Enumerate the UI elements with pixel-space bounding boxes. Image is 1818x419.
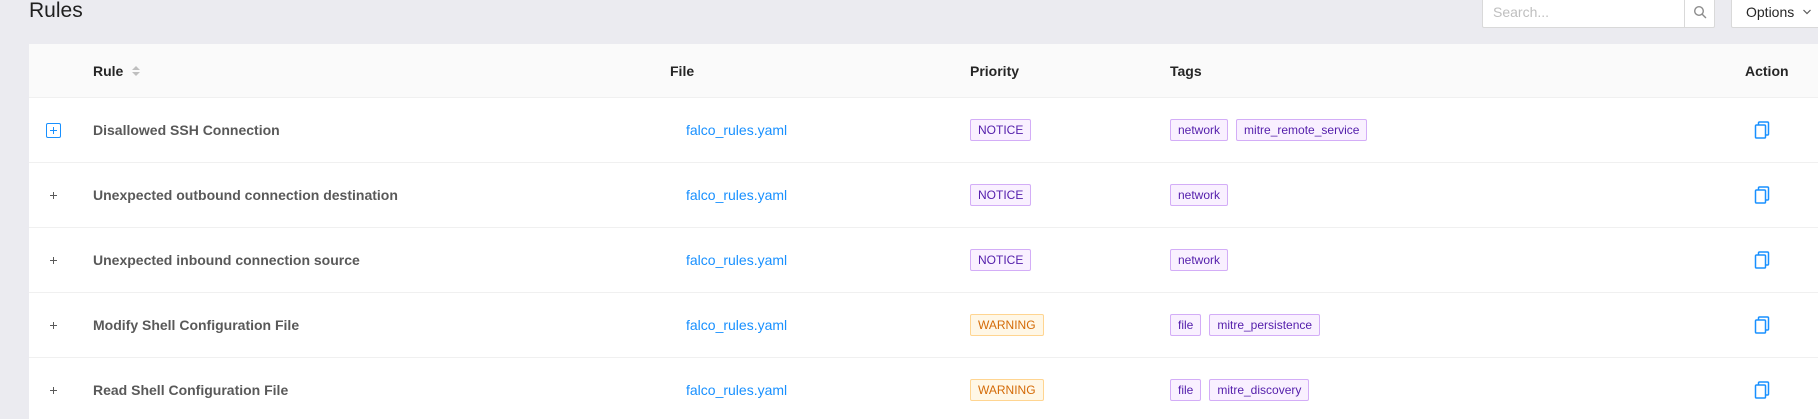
copy-icon[interactable] bbox=[1754, 186, 1770, 204]
file-link[interactable]: falco_rules.yaml bbox=[686, 252, 787, 268]
tag: mitre_discovery bbox=[1209, 379, 1310, 401]
tag: mitre_persistence bbox=[1209, 314, 1321, 336]
table-header: Rule File Priority Tags Action bbox=[29, 44, 1818, 98]
search-button[interactable] bbox=[1684, 0, 1714, 27]
rules-table: Rule File Priority Tags Action Disallowe… bbox=[29, 44, 1818, 419]
column-header-action-label: Action bbox=[1745, 63, 1789, 79]
expand-row-button[interactable] bbox=[46, 317, 61, 333]
tag: file bbox=[1170, 379, 1202, 401]
priority-badge: WARNING bbox=[970, 314, 1044, 336]
rule-name: Unexpected inbound connection source bbox=[93, 252, 360, 268]
rule-name: Read Shell Configuration File bbox=[93, 382, 289, 398]
rule-name: Unexpected outbound connection destinati… bbox=[93, 187, 398, 203]
rule-name: Disallowed SSH Connection bbox=[93, 122, 280, 138]
expand-row-button[interactable] bbox=[46, 252, 61, 268]
copy-icon[interactable] bbox=[1754, 121, 1770, 139]
column-header-action: Action bbox=[1745, 44, 1789, 98]
file-link[interactable]: falco_rules.yaml bbox=[686, 122, 787, 138]
column-header-tags: Tags bbox=[1170, 44, 1202, 98]
file-link[interactable]: falco_rules.yaml bbox=[686, 317, 787, 333]
file-link[interactable]: falco_rules.yaml bbox=[686, 187, 787, 203]
copy-icon[interactable] bbox=[1754, 316, 1770, 334]
expand-row-button[interactable] bbox=[46, 382, 61, 398]
search-icon bbox=[1693, 5, 1706, 19]
copy-icon[interactable] bbox=[1754, 251, 1770, 269]
column-header-tags-label: Tags bbox=[1170, 63, 1202, 79]
priority-badge: WARNING bbox=[970, 379, 1044, 401]
file-link[interactable]: falco_rules.yaml bbox=[686, 382, 787, 398]
column-header-rule-label: Rule bbox=[93, 63, 124, 79]
expand-row-button[interactable] bbox=[46, 122, 61, 138]
options-dropdown[interactable]: Options bbox=[1731, 0, 1818, 28]
table-row: Read Shell Configuration File falco_rule… bbox=[29, 358, 1818, 419]
expand-row-button[interactable] bbox=[46, 187, 61, 203]
priority-badge: NOTICE bbox=[970, 184, 1032, 206]
table-row: Unexpected inbound connection source fal… bbox=[29, 228, 1818, 293]
rule-name: Modify Shell Configuration File bbox=[93, 317, 300, 333]
tag: network bbox=[1170, 119, 1229, 141]
page-title: Rules bbox=[29, 0, 83, 22]
priority-badge: NOTICE bbox=[970, 119, 1032, 141]
column-header-file-label: File bbox=[670, 63, 695, 79]
rules-page: Rules Options Rule File Priority bbox=[0, 0, 1818, 419]
table-row: Unexpected outbound connection destinati… bbox=[29, 163, 1818, 228]
copy-icon[interactable] bbox=[1754, 381, 1770, 399]
column-header-file: File bbox=[670, 44, 694, 98]
column-header-priority: Priority bbox=[970, 44, 1019, 98]
search-box bbox=[1482, 0, 1715, 28]
table-row: Disallowed SSH Connection falco_rules.ya… bbox=[29, 98, 1818, 163]
priority-badge: NOTICE bbox=[970, 249, 1032, 271]
table-body: Disallowed SSH Connection falco_rules.ya… bbox=[29, 98, 1818, 419]
sort-icon[interactable] bbox=[132, 66, 141, 76]
tag: mitre_remote_service bbox=[1236, 119, 1368, 141]
tag: file bbox=[1170, 314, 1202, 336]
search-input[interactable] bbox=[1483, 0, 1684, 27]
table-row: Modify Shell Configuration File falco_ru… bbox=[29, 293, 1818, 358]
column-header-priority-label: Priority bbox=[970, 63, 1020, 79]
tag: network bbox=[1170, 249, 1229, 271]
tag: network bbox=[1170, 184, 1229, 206]
chevron-down-icon bbox=[1803, 9, 1812, 15]
column-header-rule[interactable]: Rule bbox=[93, 44, 141, 98]
options-label: Options bbox=[1746, 4, 1795, 20]
